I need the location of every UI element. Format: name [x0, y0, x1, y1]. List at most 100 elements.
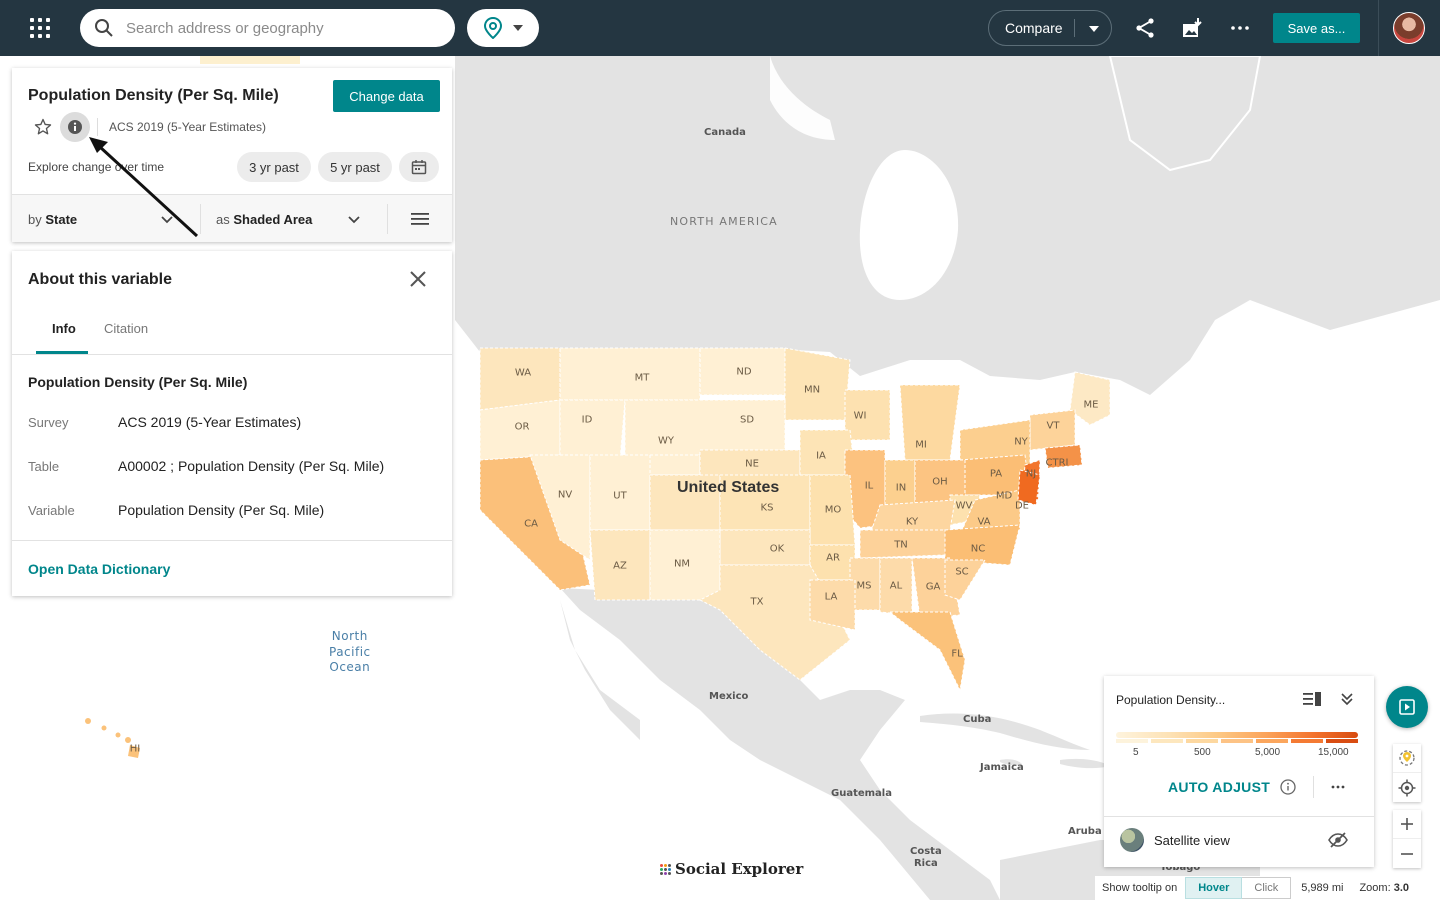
- plus-icon: [1401, 818, 1413, 830]
- more-icon[interactable]: [1228, 16, 1252, 40]
- survey-label: Survey: [28, 415, 69, 430]
- geography-level-dropdown[interactable]: by State: [28, 212, 77, 227]
- info-icon[interactable]: [1280, 779, 1296, 795]
- state-label-md: MD: [995, 490, 1013, 502]
- change-data-button[interactable]: Change data: [333, 80, 440, 112]
- crosshair-icon: [1398, 779, 1416, 796]
- three-year-past-button[interactable]: 3 yr past: [237, 152, 311, 182]
- state-label-oh: OH: [932, 476, 948, 488]
- tooltip-hover-toggle[interactable]: Hover: [1185, 877, 1243, 899]
- state-label-pa: PA: [989, 468, 1003, 480]
- state-label-ms: MS: [856, 580, 872, 592]
- state-label-ga: GA: [925, 581, 941, 593]
- state-label-ar: AR: [826, 552, 840, 564]
- search-input[interactable]: [126, 19, 426, 37]
- star-icon[interactable]: [34, 118, 52, 136]
- zoom-value: 3.0: [1393, 882, 1409, 894]
- variable-name: Population Density (Per Sq. Mile): [28, 374, 248, 390]
- zoom-controls: [1393, 810, 1421, 868]
- save-as-button[interactable]: Save as...: [1273, 13, 1360, 43]
- state-label-nd: ND: [736, 366, 752, 378]
- close-icon[interactable]: [408, 269, 428, 289]
- us-choropleth: [479, 347, 1111, 692]
- state-label-de: DE: [1014, 500, 1030, 512]
- state-label-ne: NE: [745, 458, 759, 470]
- legend-tick: 5,000: [1255, 747, 1281, 758]
- visualization-type-dropdown[interactable]: as Shaded Area: [216, 212, 312, 227]
- tooltip-click-toggle[interactable]: Click: [1242, 877, 1292, 899]
- label-aruba: Aruba: [1068, 826, 1102, 837]
- tab-citation[interactable]: Citation: [104, 321, 148, 336]
- chevron-down-icon[interactable]: [347, 213, 361, 227]
- tooltip-mode-label: Show tooltip on: [1102, 882, 1178, 894]
- state-label-la: LA: [824, 591, 838, 603]
- zoom-in-button[interactable]: [1393, 810, 1421, 839]
- search-icon: [95, 19, 113, 37]
- zoom-label: Zoom:: [1359, 882, 1391, 894]
- eye-off-icon[interactable]: [1328, 831, 1348, 849]
- state-label-or: OR: [514, 421, 530, 433]
- tab-info[interactable]: Info: [52, 321, 76, 336]
- survey-name: ACS 2019 (5-Year Estimates): [109, 120, 266, 134]
- location-picker-button[interactable]: [467, 9, 539, 47]
- share-icon[interactable]: [1133, 16, 1157, 40]
- state-label-wy: WY: [658, 435, 674, 447]
- state-label-az: AZ: [613, 560, 627, 572]
- divider: [12, 354, 452, 355]
- state-label-nm: NM: [673, 558, 691, 570]
- search-bar[interactable]: [80, 9, 455, 47]
- state-label-wv: WV: [955, 500, 973, 512]
- open-data-dictionary-link[interactable]: Open Data Dictionary: [28, 561, 170, 577]
- apps-grid-icon[interactable]: [26, 14, 54, 42]
- legend-layout-icon[interactable]: [1302, 691, 1322, 707]
- visualization-type-value: Shaded Area: [233, 212, 313, 227]
- state-label-mn: MN: [803, 384, 821, 396]
- state-label-nj: NJ: [1025, 468, 1037, 480]
- location-marker-icon: [1399, 750, 1415, 766]
- minus-icon: [1401, 852, 1413, 855]
- state-label-al: AL: [889, 580, 903, 592]
- legend-color-ramp: [1116, 732, 1358, 738]
- table-label: Table: [28, 459, 60, 474]
- compare-dropdown[interactable]: Compare: [988, 10, 1112, 46]
- geography-level-value: State: [45, 212, 78, 227]
- state-label-in: IN: [895, 482, 907, 494]
- my-location-button[interactable]: [1393, 773, 1421, 802]
- divider: [200, 204, 201, 234]
- user-avatar[interactable]: [1393, 12, 1425, 44]
- collapse-double-chevron-icon[interactable]: [1340, 691, 1354, 707]
- data-panel: Population Density (Per Sq. Mile) Change…: [12, 68, 452, 242]
- survey-value: ACS 2019 (5-Year Estimates): [118, 414, 302, 430]
- state-label-wa: WA: [514, 367, 532, 379]
- presentation-button[interactable]: [1386, 686, 1428, 728]
- caret-down-icon: [1089, 26, 1099, 32]
- label-costa-rica: Costa Rica: [910, 846, 942, 869]
- five-year-past-button[interactable]: 5 yr past: [318, 152, 392, 182]
- geography-controls: by State as Shaded Area: [12, 195, 452, 242]
- calendar-icon: [411, 160, 427, 175]
- more-icon[interactable]: [1330, 780, 1346, 794]
- state-label-wi: WI: [853, 410, 867, 422]
- label-united-states: United States: [677, 479, 780, 496]
- compare-divider: [1074, 19, 1075, 37]
- export-image-icon[interactable]: [1180, 16, 1204, 40]
- place-finder-button[interactable]: [1393, 744, 1421, 773]
- legend-tick: 500: [1194, 747, 1211, 758]
- zoom-out-button[interactable]: [1393, 839, 1421, 868]
- state-label-ok: OK: [769, 543, 785, 555]
- state-label-va: VA: [977, 516, 991, 528]
- state-label-tx: TX: [750, 596, 764, 608]
- state-label-fl: FL: [951, 648, 963, 660]
- menu-icon[interactable]: [410, 211, 430, 227]
- divider: [1104, 816, 1374, 817]
- variable-value: Population Density (Per Sq. Mile): [118, 502, 325, 518]
- chevron-down-icon[interactable]: [160, 213, 174, 227]
- auto-adjust-button[interactable]: AUTO ADJUST: [1168, 779, 1270, 795]
- info-button[interactable]: [60, 112, 90, 142]
- as-prefix: as: [216, 212, 230, 227]
- calendar-button[interactable]: [399, 152, 439, 182]
- satellite-thumbnail[interactable]: [1120, 828, 1144, 852]
- legend-tick: 5: [1133, 747, 1139, 758]
- state-label-me: ME: [1083, 399, 1099, 411]
- label-north-america: NORTH AMERICA: [670, 215, 778, 228]
